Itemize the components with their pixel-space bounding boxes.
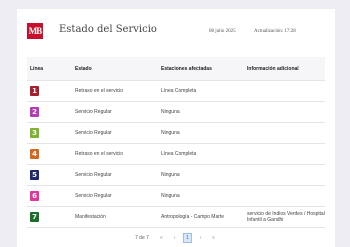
line-badge-icon: 4 <box>30 149 39 159</box>
line-badge-icon: 1 <box>30 86 39 96</box>
status-cell: Servicio Regular <box>72 185 158 207</box>
line-badge-icon: 3 <box>30 128 39 138</box>
status-cell: Retraso en el servicio <box>72 143 158 165</box>
info-cell <box>244 185 325 207</box>
line-badge-icon: 6 <box>30 191 39 201</box>
info-cell <box>244 122 325 144</box>
info-cell <box>244 143 325 165</box>
date-label: 08 julio 2025 <box>209 29 236 34</box>
stations-cell: Ninguna <box>158 185 244 207</box>
stations-cell: Línea Completa <box>158 80 244 102</box>
line-cell: 7 <box>27 206 72 228</box>
status-card: MB Estado del Servicio 08 julio 2025 Act… <box>17 9 335 247</box>
status-cell: Manifestación <box>72 206 158 228</box>
line-badge-icon: 2 <box>30 107 39 117</box>
page-title: Estado del Servicio <box>59 24 157 35</box>
pagination: 7 de 7 « ‹ 1 › » <box>135 233 222 243</box>
line-cell: 4 <box>27 143 72 165</box>
current-page-button[interactable]: 1 <box>182 233 192 243</box>
table-row: 3 Servicio Regular Ninguna <box>27 122 325 144</box>
status-cell: Servicio Regular <box>72 101 158 123</box>
info-cell <box>244 101 325 123</box>
table-row: 7 Manifestación Antropología - Campo Marte… <box>27 206 325 228</box>
status-cell: Servicio Regular <box>72 164 158 186</box>
stations-cell: Línea Completa <box>158 143 244 165</box>
info-cell <box>244 164 325 186</box>
line-cell: 1 <box>27 80 72 102</box>
table-row: 2 Servicio Regular Ninguna <box>27 101 325 123</box>
status-cell: Retraso en el servicio <box>72 80 158 102</box>
line-badge-icon: 5 <box>30 170 39 180</box>
table-row: 6 Servicio Regular Ninguna <box>27 185 325 207</box>
line-cell: 3 <box>27 122 72 144</box>
update-time: Actualización: 17:28 <box>254 29 296 34</box>
table-row: 5 Servicio Regular Ninguna <box>27 164 325 186</box>
stations-cell: Ninguna <box>158 101 244 123</box>
line-badge-icon: 7 <box>30 212 39 222</box>
header: MB Estado del Servicio 08 julio 2025 Act… <box>17 9 335 55</box>
last-page-button[interactable]: » <box>209 233 218 243</box>
col-header-line: Línea <box>27 57 72 81</box>
info-cell: servicio de Indios Verdes / Hospital Inf… <box>244 206 325 228</box>
pagination-info: 7 de 7 <box>135 235 149 241</box>
next-page-button[interactable]: › <box>196 233 205 243</box>
table-row: 4 Retraso en el servicio Línea Completa <box>27 143 325 165</box>
table-row: 1 Retraso en el servicio Línea Completa <box>27 80 325 102</box>
prev-page-button[interactable]: ‹ <box>170 233 179 243</box>
stations-cell: Ninguna <box>158 122 244 144</box>
col-header-stations: Estaciones afectadas <box>158 57 244 81</box>
table-header-row: Línea Estado Estaciones afectadas Inform… <box>27 57 325 81</box>
line-cell: 6 <box>27 185 72 207</box>
first-page-button[interactable]: « <box>157 233 166 243</box>
status-table: Línea Estado Estaciones afectadas Inform… <box>27 57 325 228</box>
metrobus-logo: MB <box>27 23 43 39</box>
col-header-info: Información adicional <box>244 57 325 81</box>
info-cell <box>244 80 325 102</box>
status-cell: Servicio Regular <box>72 122 158 144</box>
line-cell: 2 <box>27 101 72 123</box>
stations-cell: Ninguna <box>158 164 244 186</box>
col-header-status: Estado <box>72 57 158 81</box>
line-cell: 5 <box>27 164 72 186</box>
stations-cell: Antropología - Campo Marte <box>158 206 244 228</box>
